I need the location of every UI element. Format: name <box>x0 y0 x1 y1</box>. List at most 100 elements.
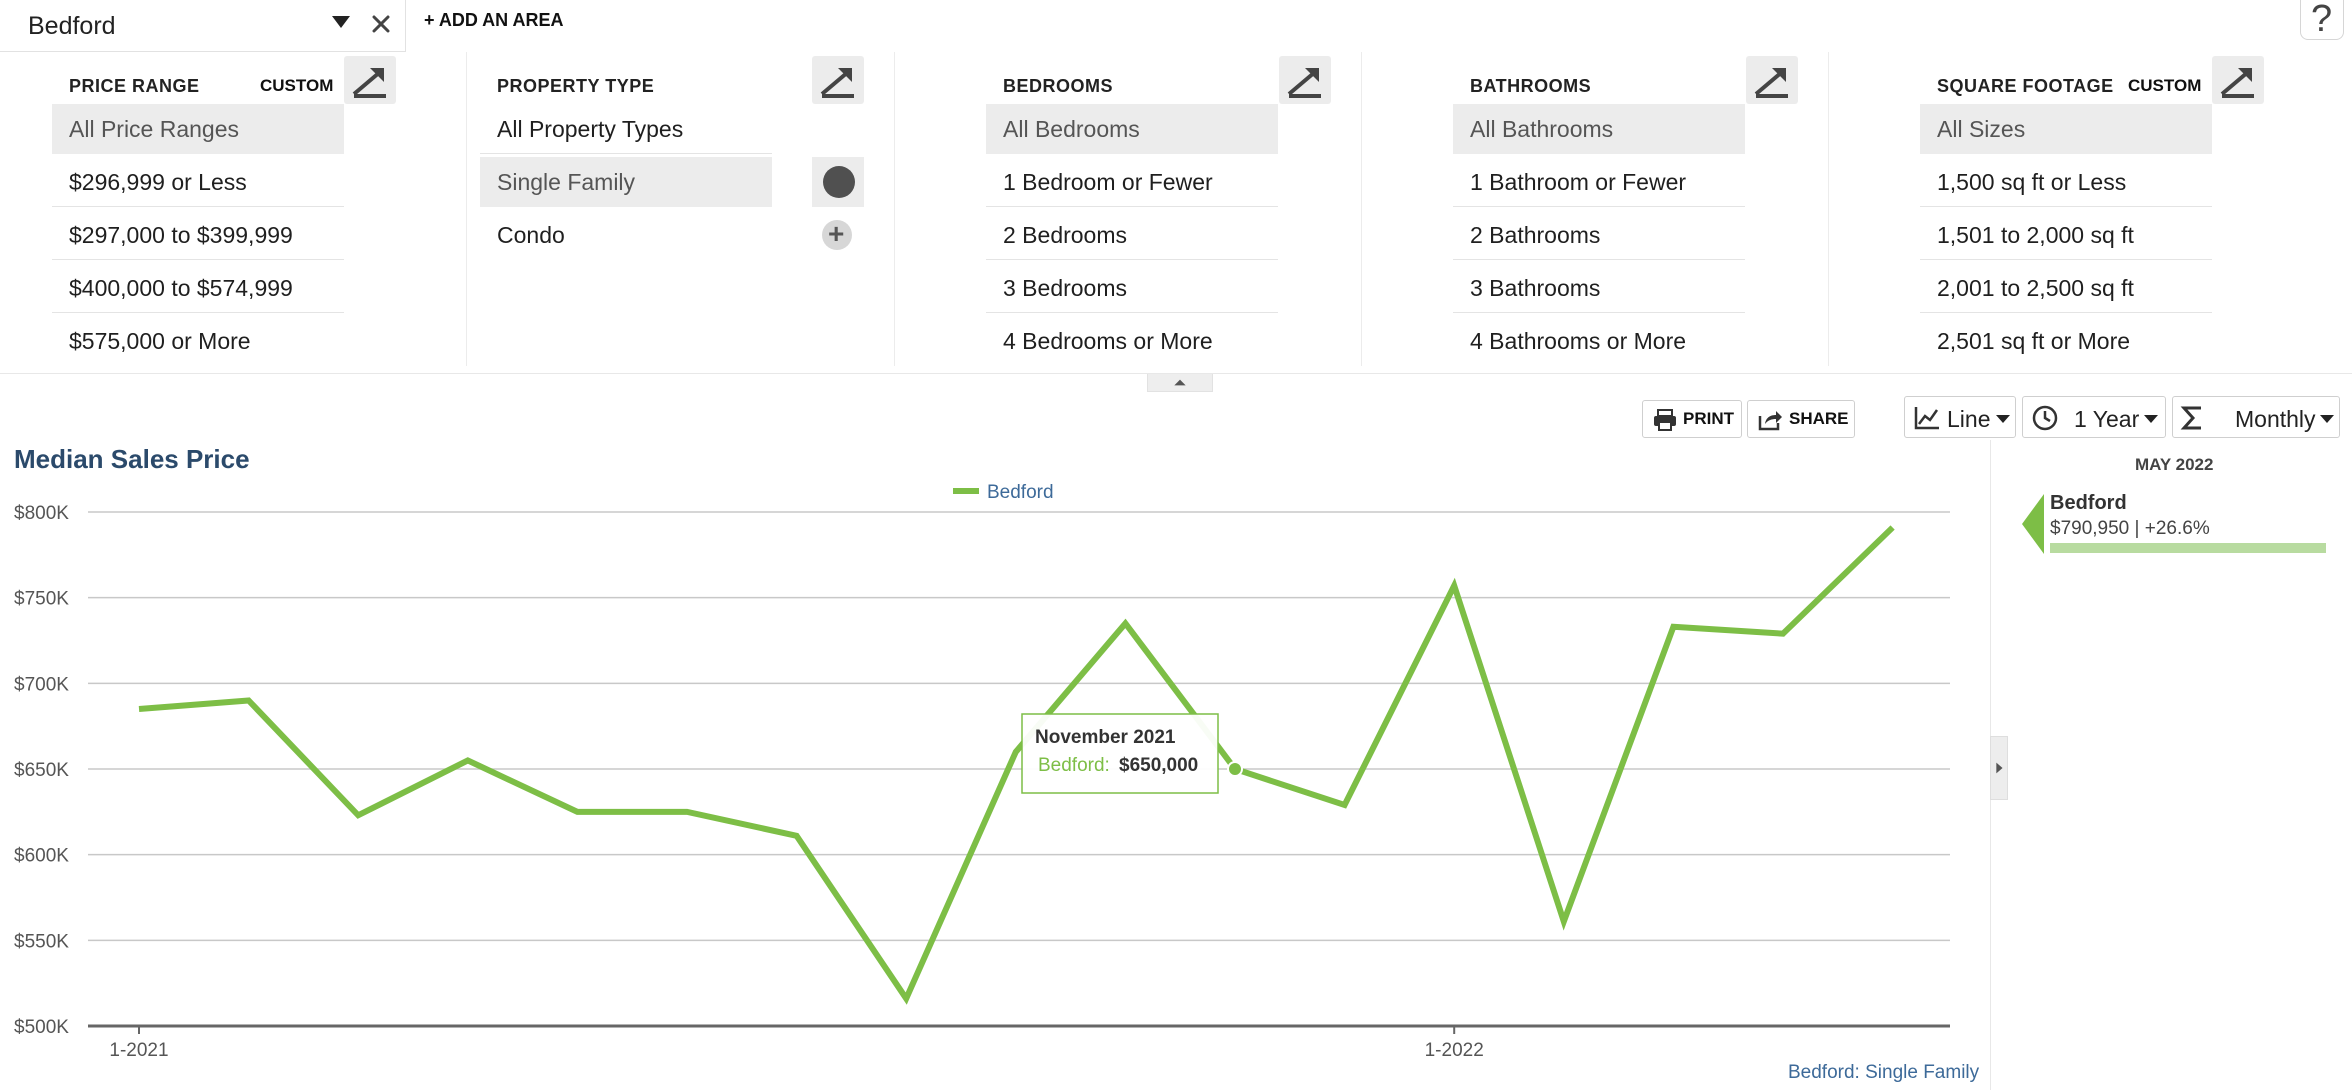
y-tick-label: $800K <box>14 503 69 524</box>
data-point[interactable] <box>1775 626 1791 642</box>
data-point[interactable] <box>679 804 695 820</box>
interval-dropdown[interactable]: Monthly <box>2172 396 2340 438</box>
square-footage-share-button[interactable] <box>2212 56 2264 104</box>
price-range-option[interactable]: $400,000 to $574,999 <box>52 263 344 313</box>
data-point[interactable] <box>1665 619 1681 635</box>
bedrooms-option[interactable]: 1 Bedroom or Fewer <box>986 157 1278 207</box>
panel-value-bar <box>2050 543 2326 553</box>
chart-footnote: Bedford: Single Family <box>1788 1062 1980 1083</box>
help-icon: ? <box>2311 0 2333 40</box>
square-footage-option[interactable]: 2,501 sq ft or More <box>1920 316 2212 366</box>
bedrooms-option[interactable]: 3 Bedrooms <box>986 263 1278 313</box>
clock-icon <box>2031 405 2059 431</box>
single-family-selected-toggle[interactable] <box>812 157 864 207</box>
bathrooms-option[interactable]: 2 Bathrooms <box>1453 210 1745 260</box>
area-name: Bedford <box>28 12 116 40</box>
price-range-custom-button[interactable]: CUSTOM <box>260 68 333 104</box>
collapse-filters-button[interactable] <box>1147 374 1213 392</box>
chart-legend[interactable]: Bedford <box>953 482 1054 503</box>
pointer-arrow-icon <box>2022 494 2044 554</box>
property-type-share-button[interactable] <box>812 56 864 104</box>
panel-toggle-button[interactable] <box>1990 736 2008 800</box>
bedrooms-share-button[interactable] <box>1279 56 1331 104</box>
help-button[interactable]: ? <box>2300 0 2344 40</box>
bedrooms-option[interactable]: 4 Bedrooms or More <box>986 316 1278 366</box>
square-footage-custom-button[interactable]: CUSTOM <box>2128 68 2201 104</box>
bathrooms-option[interactable]: 4 Bathrooms or More <box>1453 316 1745 366</box>
data-point[interactable] <box>1556 913 1572 929</box>
interval-value: Monthly <box>2235 406 2316 432</box>
square-footage-option[interactable]: All Sizes <box>1920 104 2212 154</box>
close-icon[interactable] <box>370 13 392 35</box>
bedrooms-option[interactable]: All Bedrooms <box>986 104 1278 154</box>
caret-down-icon <box>2143 413 2159 425</box>
highlighted-point[interactable] <box>1227 761 1243 777</box>
series-bedford[interactable] <box>131 520 1901 1007</box>
export-arrow-icon <box>820 68 854 98</box>
data-point[interactable] <box>898 991 914 1007</box>
bathrooms-filter: BATHROOMS All Bathrooms 1 Bathroom or Fe… <box>1362 52 1829 366</box>
y-tick-label: $600K <box>14 846 69 867</box>
chevron-up-icon <box>1174 379 1186 386</box>
bathrooms-title: BATHROOMS <box>1470 76 1592 96</box>
square-footage-option[interactable]: 1,500 sq ft or Less <box>1920 157 2212 207</box>
data-point[interactable] <box>1885 520 1901 536</box>
time-range-value: 1 Year <box>2074 406 2140 432</box>
price-range-title: PRICE RANGE <box>69 76 200 96</box>
caret-down-icon[interactable] <box>330 14 352 30</box>
x-tick-label: 1-2021 <box>109 1040 168 1061</box>
bedrooms-option[interactable]: 2 Bedrooms <box>986 210 1278 260</box>
bathrooms-option[interactable]: 3 Bathrooms <box>1453 263 1745 313</box>
y-tick-label: $700K <box>14 674 69 695</box>
y-tick-label: $550K <box>14 931 69 952</box>
data-point[interactable] <box>1446 578 1462 594</box>
time-range-dropdown[interactable]: 1 Year <box>2022 396 2166 438</box>
data-point[interactable] <box>569 804 585 820</box>
add-area-button[interactable]: + ADD AN AREA <box>424 10 564 31</box>
export-arrow-icon <box>2220 68 2254 98</box>
plus-icon: + <box>828 218 845 249</box>
price-range-share-button[interactable] <box>344 56 396 104</box>
y-tick-label: $750K <box>14 589 69 610</box>
export-arrow-icon <box>352 68 386 98</box>
square-footage-option[interactable]: 2,001 to 2,500 sq ft <box>1920 263 2212 313</box>
property-type-option[interactable]: Single Family <box>480 157 772 207</box>
data-point[interactable] <box>241 692 257 708</box>
share-icon <box>1757 408 1783 432</box>
tooltip-title: November 2021 <box>1035 727 1176 748</box>
price-range-option[interactable]: $575,000 or More <box>52 316 344 366</box>
data-point[interactable] <box>1117 615 1133 631</box>
legend-swatch <box>953 488 979 494</box>
bathrooms-option[interactable]: 1 Bathroom or Fewer <box>1453 157 1745 207</box>
data-point[interactable] <box>350 807 366 823</box>
data-point[interactable] <box>131 701 147 717</box>
x-axis: 1-2021 1-2022 <box>109 1026 1484 1061</box>
print-button[interactable]: PRINT <box>1642 400 1742 438</box>
price-range-option[interactable]: $296,999 or Less <box>52 157 344 207</box>
square-footage-title: SQUARE FOOTAGE <box>1937 76 2114 96</box>
data-point[interactable] <box>1337 797 1353 813</box>
bathrooms-option[interactable]: All Bathrooms <box>1453 104 1745 154</box>
line-chart-icon <box>1913 405 1941 431</box>
price-range-option[interactable]: $297,000 to $399,999 <box>52 210 344 260</box>
bathrooms-share-button[interactable] <box>1746 56 1798 104</box>
chevron-right-icon <box>1996 762 2003 774</box>
export-arrow-icon <box>1287 68 1321 98</box>
export-arrow-icon <box>1754 68 1788 98</box>
data-point[interactable] <box>789 828 805 844</box>
chart-type-dropdown[interactable]: Line <box>1904 396 2016 438</box>
price-range-option[interactable]: All Price Ranges <box>52 104 344 154</box>
property-type-title: PROPERTY TYPE <box>497 76 655 96</box>
add-condo-button[interactable]: + <box>822 218 852 250</box>
tooltip-box <box>1021 713 1219 794</box>
area-selector[interactable]: Bedford <box>0 0 406 52</box>
print-label: PRINT <box>1683 409 1734 428</box>
caret-down-icon <box>1995 413 2011 425</box>
share-label: SHARE <box>1789 409 1849 428</box>
bedrooms-title: BEDROOMS <box>1003 76 1114 96</box>
property-type-option[interactable]: All Property Types <box>480 104 772 154</box>
share-button[interactable]: SHARE <box>1747 400 1855 438</box>
data-point[interactable] <box>460 752 476 768</box>
square-footage-option[interactable]: 1,501 to 2,000 sq ft <box>1920 210 2212 260</box>
property-type-option[interactable]: Condo <box>480 210 772 260</box>
